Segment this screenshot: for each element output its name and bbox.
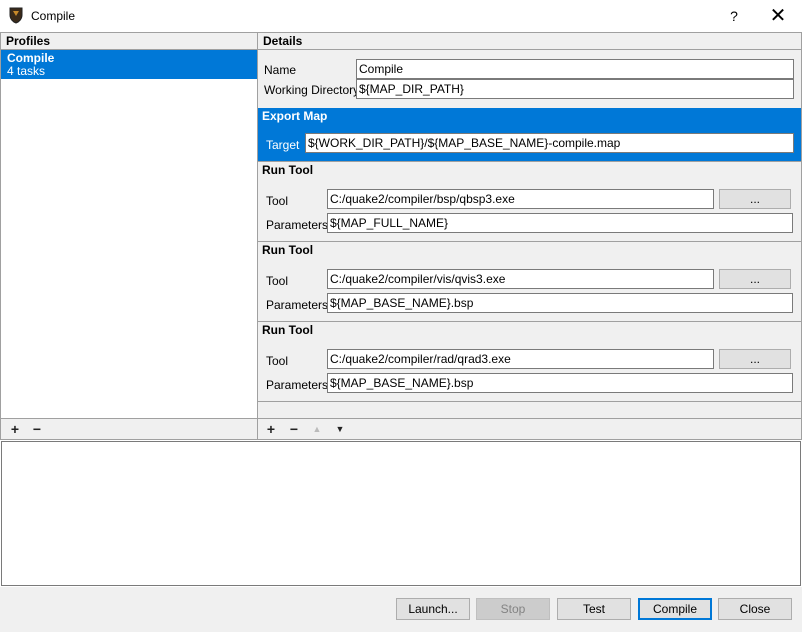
shield-icon	[9, 7, 23, 24]
remove-profile-button[interactable]: −	[29, 421, 45, 437]
tool-field-3[interactable]: C:/quake2/compiler/rad/qrad3.exe	[327, 349, 714, 369]
name-label: Name	[264, 63, 297, 77]
profile-task-count: 4 tasks	[7, 64, 46, 78]
tool-field-2[interactable]: C:/quake2/compiler/vis/qvis3.exe	[327, 269, 714, 289]
profile-item-compile[interactable]: Compile 4 tasks	[1, 50, 257, 79]
add-task-button[interactable]: +	[263, 421, 279, 437]
test-button[interactable]: Test	[557, 598, 631, 620]
working-directory-field[interactable]: ${MAP_DIR_PATH}	[356, 79, 794, 99]
close-button[interactable]: Close	[718, 598, 792, 620]
tasks-toolbar: + − ▲ ▼	[258, 419, 801, 439]
move-task-up-button[interactable]: ▲	[309, 421, 325, 437]
name-field[interactable]: Compile	[356, 59, 794, 79]
title-bar: Compile ? ✕	[0, 0, 802, 32]
parameters-label: Parameters	[266, 218, 329, 232]
task-header-run-tool-3[interactable]: Run Tool	[258, 322, 801, 339]
target-label: Target	[266, 138, 300, 152]
parameters-label: Parameters	[266, 378, 329, 392]
profiles-header: Profiles	[1, 33, 257, 50]
button-bar: Launch... Stop Test Compile Close	[0, 587, 802, 632]
working-directory-label: Working Directory	[264, 83, 360, 97]
move-task-down-button[interactable]: ▼	[332, 421, 348, 437]
parameters-field-2[interactable]: ${MAP_BASE_NAME}.bsp	[327, 293, 793, 313]
browse-button-3[interactable]: ...	[719, 349, 791, 369]
profiles-toolbar: + −	[1, 419, 257, 439]
tool-label: Tool	[266, 194, 289, 208]
task-header-run-tool-1[interactable]: Run Tool	[258, 162, 801, 179]
stop-button[interactable]: Stop	[476, 598, 550, 620]
tool-label: Tool	[266, 274, 289, 288]
details-header: Details	[258, 33, 801, 50]
parameters-label: Parameters	[266, 298, 329, 312]
browse-button-1[interactable]: ...	[719, 189, 791, 209]
tool-label: Tool	[266, 354, 289, 368]
browse-button-2[interactable]: ...	[719, 269, 791, 289]
add-profile-button[interactable]: +	[7, 421, 23, 437]
tool-field-1[interactable]: C:/quake2/compiler/bsp/qbsp3.exe	[327, 189, 714, 209]
help-button[interactable]: ?	[722, 5, 746, 27]
parameters-field-1[interactable]: ${MAP_FULL_NAME}	[327, 213, 793, 233]
task-header-run-tool-2[interactable]: Run Tool	[258, 242, 801, 259]
compile-output-area[interactable]	[1, 441, 801, 586]
profiles-list: Compile 4 tasks	[1, 50, 257, 418]
task-header-export-map[interactable]: Export Map	[258, 108, 801, 125]
target-field[interactable]: ${WORK_DIR_PATH}/${MAP_BASE_NAME}-compil…	[305, 133, 794, 153]
parameters-field-3[interactable]: ${MAP_BASE_NAME}.bsp	[327, 373, 793, 393]
remove-task-button[interactable]: −	[286, 421, 302, 437]
compile-button[interactable]: Compile	[638, 598, 712, 620]
close-window-button[interactable]: ✕	[764, 3, 792, 29]
launch-button[interactable]: Launch...	[396, 598, 470, 620]
window-title: Compile	[31, 9, 76, 23]
